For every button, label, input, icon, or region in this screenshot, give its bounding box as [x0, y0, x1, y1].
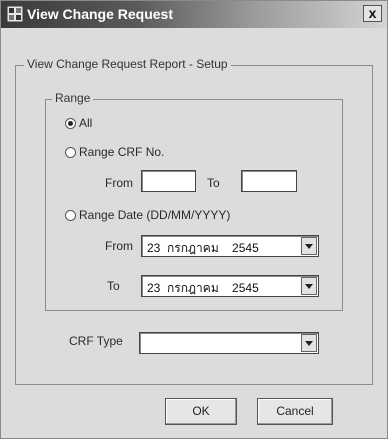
close-button[interactable]: x	[363, 5, 382, 22]
crf-from-input[interactable]	[141, 170, 196, 192]
radio-range-date[interactable]	[65, 210, 76, 221]
setup-group-title: View Change Request Report - Setup	[24, 57, 231, 71]
close-icon: x	[368, 5, 377, 21]
radio-all[interactable]	[65, 118, 76, 129]
date-to-label: To	[107, 279, 120, 293]
crf-type-label: CRF Type	[69, 334, 123, 348]
crf-type-select[interactable]	[139, 332, 319, 354]
title-bar[interactable]: View Change Request x	[1, 1, 387, 28]
app-icon	[7, 6, 23, 22]
chevron-down-icon[interactable]	[301, 334, 317, 352]
chevron-down-icon[interactable]	[301, 237, 317, 255]
view-change-request-dialog: View Change Request x View Change Reques…	[0, 0, 388, 439]
date-to-select[interactable]: 23 กรกฎาคม 2545	[141, 275, 319, 297]
date-from-label: From	[105, 239, 133, 253]
radio-all-label: All	[79, 116, 93, 130]
chevron-down-icon[interactable]	[301, 277, 317, 295]
radio-range-date-label: Range Date (DD/MM/YYYY)	[79, 208, 231, 222]
crf-to-label: To	[207, 176, 220, 190]
radio-range-crf-no-label: Range CRF No.	[79, 145, 165, 159]
date-to-value: 23 กรกฎาคม 2545	[147, 281, 259, 295]
crf-from-label: From	[105, 176, 133, 190]
ok-button[interactable]: OK	[165, 398, 237, 425]
date-from-value: 23 กรกฎาคม 2545	[147, 241, 259, 255]
window-title: View Change Request	[27, 6, 174, 22]
cancel-button[interactable]: Cancel	[257, 398, 333, 425]
date-from-select[interactable]: 23 กรกฎาคม 2545	[141, 235, 319, 257]
crf-to-input[interactable]	[241, 170, 297, 192]
range-group-title: Range	[52, 91, 94, 105]
radio-range-crf-no[interactable]	[65, 147, 76, 158]
